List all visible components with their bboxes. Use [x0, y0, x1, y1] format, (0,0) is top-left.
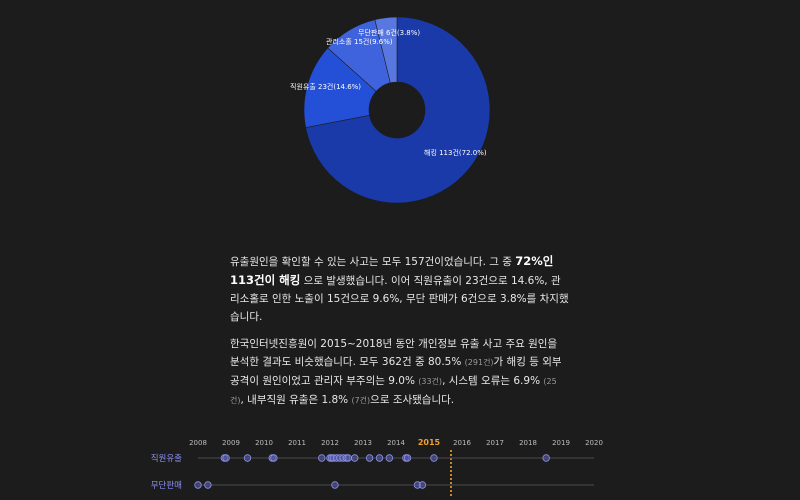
- timeline-dot[interactable]: [430, 454, 438, 462]
- year-tick-label: 2009: [222, 439, 240, 447]
- timeline-dot[interactable]: [542, 454, 550, 462]
- donut-chart: 해킹 113건(72.0%) 직원유출 23건(14.6%) 관리소홀 15건(9.…: [290, 16, 491, 204]
- timeline-dot[interactable]: [344, 454, 352, 462]
- timeline-dot[interactable]: [270, 454, 278, 462]
- article-count-note: (33건): [418, 377, 443, 386]
- article-text: 유출원인을 확인할 수 있는 사고는 모두 157건이었습니다. 그 중: [230, 256, 516, 268]
- article-text: 으로 조사됐습니다.: [370, 394, 455, 406]
- timeline-chart: 2008 2009 2010 2011 2012 2013 2014 2015 2016 2017…: [151, 438, 603, 496]
- timeline-dot[interactable]: [243, 454, 252, 462]
- timeline-dot[interactable]: [365, 454, 374, 462]
- year-tick-label: 2015: [418, 438, 441, 447]
- timeline-dot[interactable]: [204, 481, 212, 489]
- year-tick-label: 2012: [321, 439, 339, 447]
- article-text: , 내부직원 유출은 1.8%: [240, 394, 352, 406]
- slice-label: 직원유출 23건(14.6%): [290, 82, 361, 91]
- article-paragraph-2: 한국인터넷진흥원이 2015~2018년 동안 개인정보 유출 사고 주요 원인…: [230, 335, 570, 410]
- row-label: 무단판매: [151, 480, 182, 491]
- row-label: 직원유출: [151, 453, 182, 464]
- timeline-dot[interactable]: [194, 481, 202, 489]
- year-tick-label: 2011: [288, 439, 306, 447]
- year-tick-label: 2018: [519, 439, 537, 447]
- year-tick-label: 2017: [486, 439, 504, 447]
- year-tick-label: 2010: [255, 439, 273, 447]
- article-count-note: (7건): [351, 396, 371, 405]
- slice-label: 해킹 113건(72.0%): [424, 148, 487, 157]
- timeline-dot[interactable]: [318, 454, 326, 462]
- year-tick-label: 2008: [189, 439, 207, 447]
- year-tick-label: 2016: [453, 439, 471, 447]
- article-count-note: (291건): [464, 358, 494, 367]
- timeline-dot[interactable]: [351, 454, 359, 462]
- timeline-dot[interactable]: [403, 454, 412, 462]
- year-tick-label: 2019: [552, 439, 570, 447]
- timeline-dot[interactable]: [222, 454, 230, 462]
- article-paragraph-1: 유출원인을 확인할 수 있는 사고는 모두 157건이었습니다. 그 중 72%…: [230, 252, 570, 326]
- slice-label: 무단판매 6건(3.8%): [358, 28, 420, 37]
- timeline-dot[interactable]: [418, 481, 427, 489]
- year-tick-label: 2020: [585, 439, 603, 447]
- article-text: , 시스템 오류는 6.9%: [442, 375, 544, 387]
- timeline-dot[interactable]: [385, 454, 394, 462]
- timeline-dot[interactable]: [331, 481, 339, 489]
- timeline-dot[interactable]: [375, 454, 384, 462]
- slice-label: 관리소홀 15건(9.6%): [326, 37, 393, 46]
- year-tick-label: 2013: [354, 439, 372, 447]
- year-tick-label: 2014: [387, 439, 405, 447]
